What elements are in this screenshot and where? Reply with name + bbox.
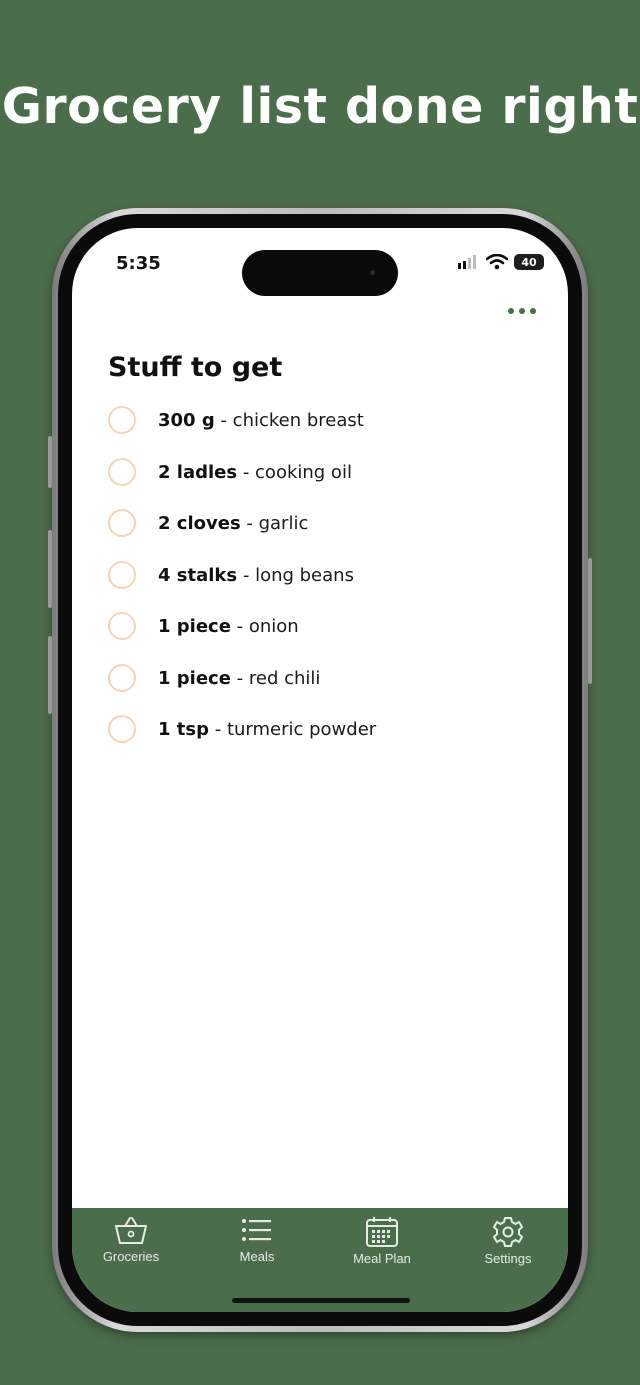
item-quantity: 4 stalks: [158, 564, 238, 586]
tab-groceries[interactable]: Groceries: [76, 1216, 186, 1264]
list-title: Stuff to get: [108, 352, 283, 383]
grocery-item[interactable]: 1 piece - red chili: [108, 661, 320, 695]
phone-frame: 5:35 40 Stuff to get 300 g - chicken bre…: [48, 208, 592, 1332]
power-button: [588, 558, 592, 684]
item-name: - cooking oil: [237, 461, 352, 483]
more-options-button[interactable]: [508, 308, 536, 314]
item-quantity: 1 piece: [158, 615, 231, 637]
item-name: - red chili: [230, 667, 321, 689]
wifi-icon: [486, 254, 508, 270]
grocery-item[interactable]: 2 cloves - garlic: [108, 506, 308, 540]
cellular-signal-icon: [458, 255, 476, 269]
grocery-item[interactable]: 300 g - chicken breast: [108, 403, 364, 437]
action-button: [48, 436, 52, 488]
more-dot-icon: [508, 308, 514, 314]
battery-icon: 40: [514, 254, 544, 270]
grocery-item[interactable]: 4 stalks - long beans: [108, 558, 354, 592]
item-quantity: 2 cloves: [158, 512, 241, 534]
item-checkbox[interactable]: [108, 664, 136, 692]
item-checkbox[interactable]: [108, 509, 136, 537]
dynamic-island: [242, 250, 398, 296]
more-dot-icon: [530, 308, 536, 314]
grocery-item[interactable]: 1 tsp - turmeric powder: [108, 712, 376, 746]
volume-up-button: [48, 530, 52, 608]
volume-down-button: [48, 636, 52, 714]
grocery-item[interactable]: 2 ladles - cooking oil: [108, 455, 352, 489]
calendar-icon: [366, 1217, 398, 1247]
status-time: 5:35: [116, 253, 161, 274]
tab-bar: Groceries Meals Meal Plan Settings: [72, 1208, 568, 1312]
more-dot-icon: [519, 308, 525, 314]
tab-label: Groceries: [102, 1249, 160, 1264]
app-screen: 5:35 40 Stuff to get 300 g - chicken bre…: [72, 228, 568, 1312]
item-checkbox[interactable]: [108, 458, 136, 486]
tab-label: Meal Plan: [353, 1251, 411, 1266]
status-icons: 40: [458, 254, 544, 270]
list-icon: [242, 1219, 271, 1241]
item-checkbox[interactable]: [108, 612, 136, 640]
item-name: - long beans: [237, 564, 354, 586]
tab-label: Meals: [239, 1249, 275, 1264]
item-name: - turmeric powder: [209, 718, 377, 740]
tab-meals[interactable]: Meals: [202, 1216, 312, 1264]
tab-settings[interactable]: Settings: [453, 1216, 563, 1266]
tab-meal-plan[interactable]: Meal Plan: [327, 1216, 437, 1266]
home-indicator: [232, 1298, 410, 1303]
tab-label: Settings: [484, 1251, 532, 1266]
item-checkbox[interactable]: [108, 561, 136, 589]
item-quantity: 2 ladles: [158, 461, 238, 483]
item-quantity: 1 piece: [158, 667, 231, 689]
basket-icon: [115, 1217, 147, 1244]
item-name: - chicken breast: [214, 409, 364, 431]
gear-icon: [493, 1217, 523, 1247]
item-quantity: 1 tsp: [158, 718, 209, 740]
item-checkbox[interactable]: [108, 406, 136, 434]
grocery-item[interactable]: 1 piece - onion: [108, 609, 299, 643]
item-checkbox[interactable]: [108, 715, 136, 743]
item-name: - garlic: [240, 512, 309, 534]
item-name: - onion: [230, 615, 299, 637]
item-quantity: 300 g: [158, 409, 215, 431]
headline: Grocery list done right: [1, 78, 639, 135]
